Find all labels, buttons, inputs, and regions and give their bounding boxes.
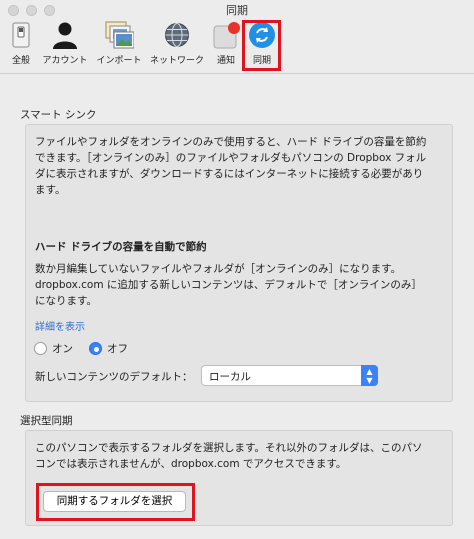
default-content-label: 新しいコンテンツのデフォルト： <box>35 371 193 383</box>
selective-sync-title: 選択型同期 <box>20 415 73 427</box>
auto-save-description: 数か月編集していないファイルやフォルダが［オンラインのみ］になります。 drop… <box>35 263 422 307</box>
default-content-value: ローカル <box>209 371 251 383</box>
tab-import[interactable]: インポート <box>96 20 142 72</box>
import-photos-icon <box>104 20 134 50</box>
radio-off[interactable] <box>89 342 102 355</box>
choose-folders-highlight <box>36 483 195 521</box>
preferences-window: 同期 全般 アカウント インポート ネットワーク 通知 同期 スマート シンク … <box>0 0 474 539</box>
show-details-link[interactable]: 詳細を表示 <box>35 318 85 333</box>
general-switch-icon <box>6 20 36 50</box>
notification-badge-icon <box>211 20 241 50</box>
chevron-up-down-icon: ▲ ▼ <box>361 365 378 386</box>
selective-sync-description: このパソコンで表示するフォルダを選択します。それ以外のフォルダは、このパソ コン… <box>35 442 423 470</box>
smart-sync-description: ファイルやフォルダをオンラインのみで使用すると、ハード ドライブの容量を節約 で… <box>35 136 427 196</box>
auto-save-heading: ハード ドライブの容量を自動で節約 <box>35 241 207 253</box>
tab-notifications[interactable]: 通知 <box>211 20 241 72</box>
network-globe-icon <box>162 20 192 50</box>
auto-save-radio-group: オン オフ <box>34 341 144 356</box>
tab-general[interactable]: 全般 <box>6 20 36 72</box>
smart-sync-title: スマート シンク <box>20 109 97 121</box>
tab-account[interactable]: アカウント <box>40 20 90 72</box>
radio-on-label: オン <box>52 343 73 355</box>
radio-off-label: オフ <box>107 343 128 355</box>
sync-tab-highlight <box>242 20 281 71</box>
window-title: 同期 <box>226 4 248 17</box>
preferences-toolbar: 全般 アカウント インポート ネットワーク 通知 同期 <box>0 18 474 74</box>
default-content-select[interactable]: ローカル ▲ ▼ <box>201 365 378 386</box>
tab-network[interactable]: ネットワーク <box>148 20 206 72</box>
radio-on[interactable] <box>34 342 47 355</box>
title-bar: 同期 <box>0 0 474 18</box>
account-person-icon <box>50 20 80 50</box>
